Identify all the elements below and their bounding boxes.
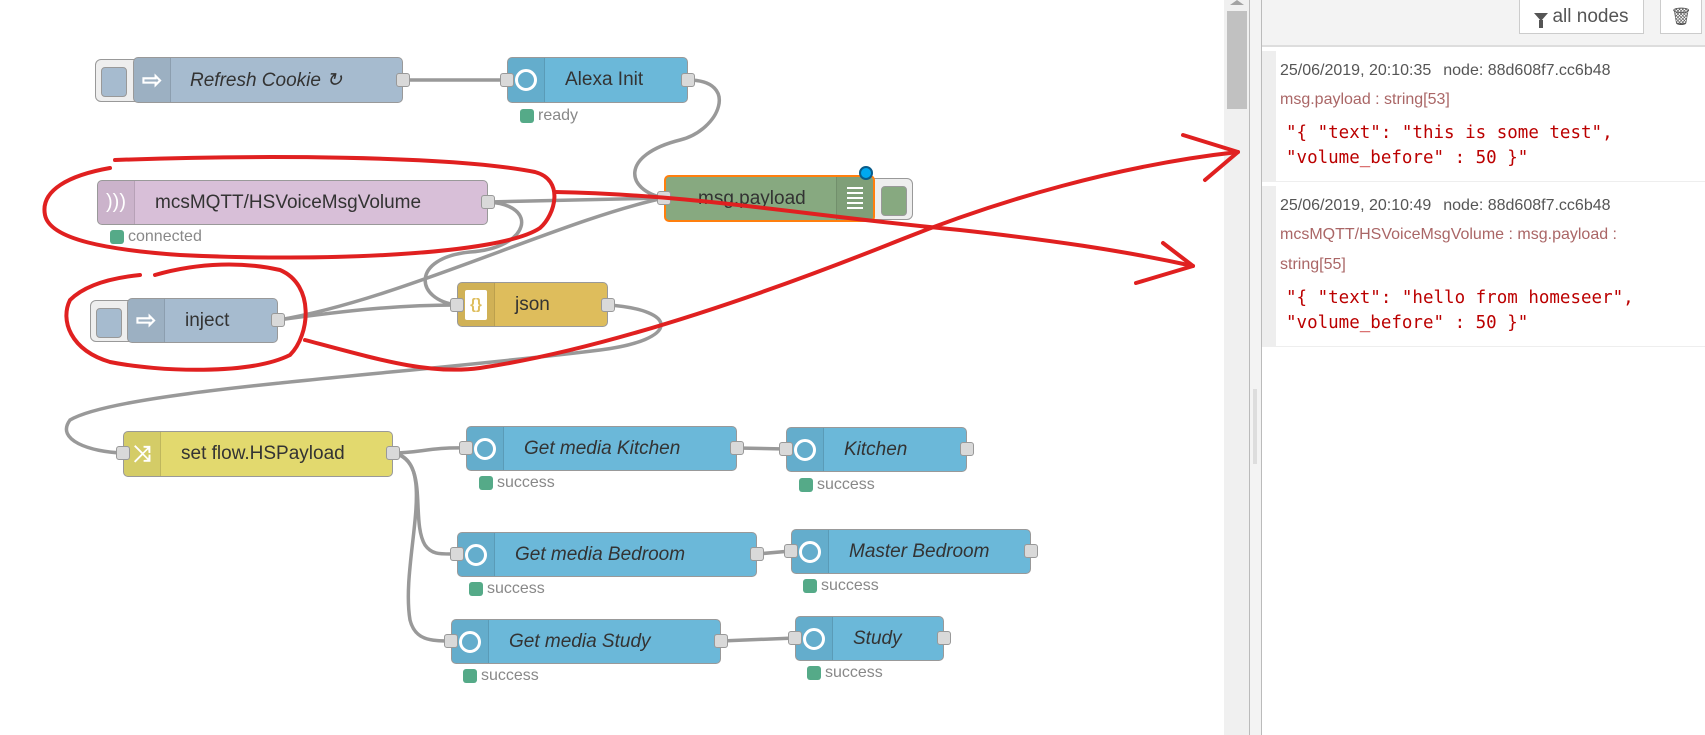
node-inject[interactable]: ⇨ inject: [127, 298, 278, 343]
input-port[interactable]: [116, 446, 130, 460]
node-status: success: [463, 667, 539, 685]
output-port[interactable]: [271, 313, 285, 327]
input-port[interactable]: [450, 547, 464, 561]
node-alexa-init[interactable]: Alexa Init: [507, 57, 688, 103]
node-status: success: [807, 664, 883, 682]
output-port[interactable]: [386, 446, 400, 460]
status-dot-icon: [469, 582, 483, 596]
output-port[interactable]: [714, 634, 728, 648]
message-payload[interactable]: "{ "text": "hello from homeseer", "volum…: [1280, 286, 1705, 336]
node-label: inject: [185, 309, 230, 331]
message-topic: mcsMQTT/HSVoiceMsgVolume : msg.payload :…: [1280, 226, 1617, 273]
input-port[interactable]: [784, 544, 798, 558]
node-kitchen[interactable]: Kitchen: [786, 427, 967, 472]
status-dot-icon: [463, 669, 477, 683]
message-timestamp: 25/06/2019, 20:10:49: [1280, 197, 1432, 214]
output-port[interactable]: [960, 442, 974, 456]
status-dot-icon: [479, 476, 493, 490]
trash-icon: 🗑: [1670, 6, 1692, 26]
input-port[interactable]: [657, 191, 671, 205]
node-label: mcsMQTT/HSVoiceMsgVolume: [155, 191, 422, 213]
flow-canvas[interactable]: ⇨ Refresh Cookie ↻ Alexa Init ready ))) …: [0, 0, 1224, 735]
message-topic: msg.payload : string[53]: [1280, 91, 1450, 108]
node-status: success: [479, 474, 555, 492]
output-port[interactable]: [937, 631, 951, 645]
output-port[interactable]: [481, 195, 495, 209]
node-json[interactable]: {} json: [457, 282, 608, 327]
node-label: msg.payload: [698, 187, 806, 209]
sidebar-resize-handle[interactable]: [1249, 0, 1262, 735]
node-master-bedroom[interactable]: Master Bedroom: [791, 529, 1031, 574]
node-get-media-study[interactable]: Get media Study: [451, 619, 721, 664]
node-refresh-cookie[interactable]: ⇨ Refresh Cookie ↻: [133, 57, 403, 103]
node-label: set flow.HSPayload: [181, 443, 345, 464]
node-label: Get media Study: [509, 630, 651, 652]
input-port[interactable]: [788, 631, 802, 645]
wire-set-bedroom: [392, 451, 458, 556]
node-status: success: [469, 580, 545, 598]
output-port[interactable]: [601, 298, 615, 312]
message-node-link[interactable]: node: 88d608f7.cc6b48: [1443, 197, 1610, 214]
debug-message: 25/06/2019, 20:10:49 node: 88d608f7.cc6b4…: [1262, 186, 1705, 347]
status-dot-icon: [807, 666, 821, 680]
debug-message: 25/06/2019, 20:10:35 node: 88d608f7.cc6b4…: [1262, 51, 1705, 182]
node-mqtt-in[interactable]: ))) mcsMQTT/HSVoiceMsgVolume: [97, 180, 488, 225]
output-port[interactable]: [750, 547, 764, 561]
radio-waves-icon: ))): [98, 181, 135, 224]
clear-messages-button[interactable]: 🗑: [1660, 0, 1702, 34]
wire-set-kitchen: [392, 446, 467, 455]
node-label: Get media Kitchen: [524, 437, 681, 459]
canvas-scrollbar[interactable]: [1224, 0, 1249, 735]
resize-grip[interactable]: [1253, 389, 1257, 464]
arrow-right-icon: ⇨: [128, 299, 165, 342]
filter-icon: [1534, 12, 1549, 28]
message-node-link[interactable]: node: 88d608f7.cc6b48: [1443, 62, 1610, 79]
input-port[interactable]: [444, 634, 458, 648]
arrow-right-icon: ⇨: [134, 58, 171, 102]
input-port[interactable]: [779, 442, 793, 456]
output-port[interactable]: [681, 73, 695, 87]
scrollbar-thumb[interactable]: [1227, 11, 1247, 109]
node-debug-msg-payload[interactable]: msg.payload: [664, 175, 875, 222]
node-status: success: [799, 476, 875, 494]
debug-toolbar: all nodes 🗑: [1262, 0, 1705, 47]
status-dot-icon: [520, 109, 534, 123]
node-label: Get media Bedroom: [515, 543, 686, 565]
wire-study: [720, 636, 796, 643]
output-port[interactable]: [1024, 544, 1038, 558]
wire-mqtt-debug: [487, 196, 665, 204]
node-status: success: [803, 577, 879, 595]
node-label: Alexa Init: [565, 69, 644, 90]
message-payload[interactable]: "{ "text": "this is some test", "volume_…: [1280, 121, 1705, 171]
output-port[interactable]: [730, 441, 744, 455]
node-label: Study: [853, 627, 902, 649]
input-port[interactable]: [450, 298, 464, 312]
input-port[interactable]: [500, 73, 514, 87]
node-status: ready: [520, 107, 578, 125]
list-lines-icon: [836, 177, 873, 220]
debug-sidebar: all nodes 🗑 25/06/2019, 20:10:35 node: 88…: [1262, 0, 1705, 735]
wire-inject-json: [277, 303, 458, 322]
status-dot-icon: [110, 230, 124, 244]
filter-button[interactable]: all nodes: [1519, 0, 1644, 34]
node-set-flow-hspayload[interactable]: ⤨ set flow.HSPayload: [123, 431, 393, 477]
changed-indicator-icon: [859, 166, 873, 180]
node-get-media-kitchen[interactable]: Get media Kitchen: [466, 426, 737, 471]
node-label: Refresh Cookie ↻: [190, 69, 343, 91]
node-get-media-bedroom[interactable]: Get media Bedroom: [457, 532, 757, 577]
node-label: json: [515, 293, 550, 315]
node-label: Kitchen: [844, 438, 908, 460]
node-study[interactable]: Study: [795, 616, 944, 661]
status-dot-icon: [799, 478, 813, 492]
message-timestamp: 25/06/2019, 20:10:35: [1280, 62, 1432, 79]
input-port[interactable]: [459, 441, 473, 455]
debug-message-list: 25/06/2019, 20:10:35 node: 88d608f7.cc6b4…: [1262, 51, 1705, 351]
wire-set-study: [392, 451, 452, 643]
status-dot-icon: [803, 579, 817, 593]
scroll-up-icon[interactable]: [1230, 0, 1244, 5]
node-label: Master Bedroom: [849, 540, 990, 562]
output-port[interactable]: [396, 73, 410, 87]
node-status: connected: [110, 228, 202, 246]
